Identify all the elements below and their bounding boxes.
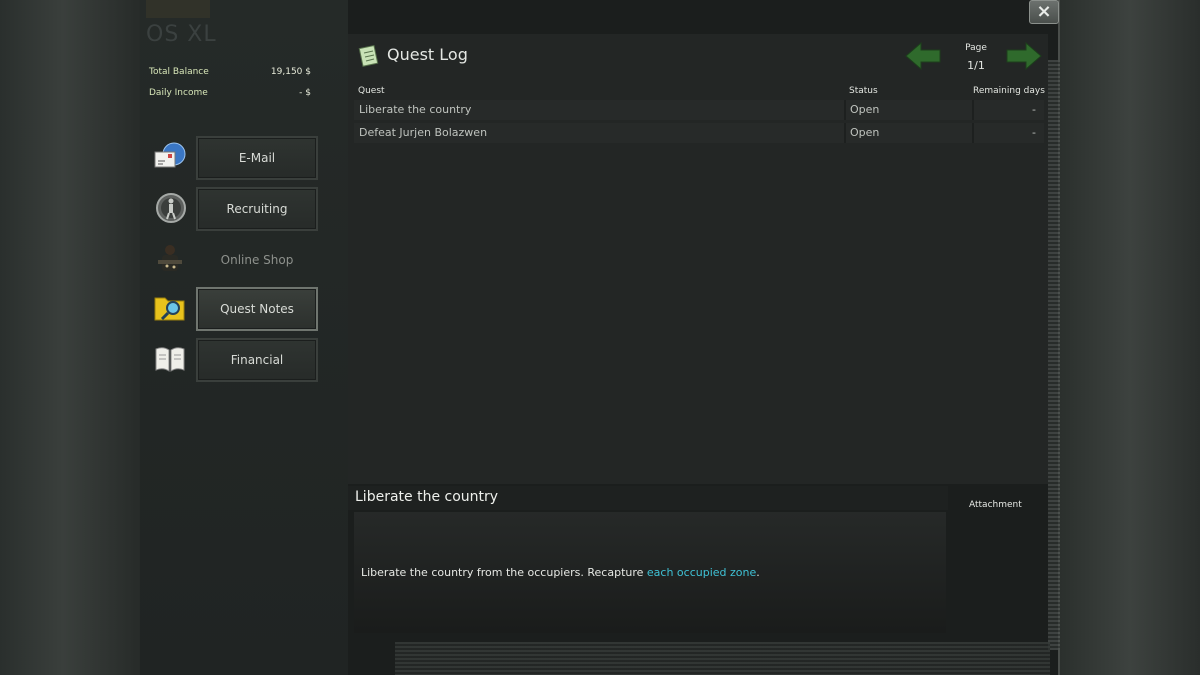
quest-status: Open: [850, 126, 880, 139]
row-divider: [844, 100, 846, 120]
quest-status: Open: [850, 103, 880, 116]
side-grille: [1048, 60, 1060, 650]
nav-quest-notes-button[interactable]: Quest Notes: [196, 287, 318, 331]
recruit-icon: [152, 190, 188, 226]
quest-name: Defeat Jurjen Bolazwen: [359, 126, 488, 139]
row-divider: [972, 100, 974, 120]
row-divider: [972, 123, 974, 143]
total-balance-value: 19,150 $: [270, 67, 311, 77]
nav-online-shop-button[interactable]: Online Shop: [196, 238, 318, 282]
quest-row[interactable]: Liberate the country Open -: [354, 100, 1044, 120]
nav-email-button[interactable]: E-Mail: [196, 136, 318, 180]
app-logo: OS XL: [146, 22, 217, 47]
detail-text-link[interactable]: each occupied zone: [647, 566, 756, 579]
soldier-icon: [152, 241, 188, 277]
detail-description: Liberate the country from the occupiers.…: [361, 566, 760, 579]
detail-text-end: .: [756, 566, 760, 579]
close-icon: ×: [1036, 1, 1052, 22]
folder-search-icon: [152, 290, 188, 326]
email-icon: [152, 140, 188, 176]
logo-decoration: [146, 0, 210, 18]
prev-page-button[interactable]: [905, 41, 941, 71]
bottom-grille: [395, 642, 1050, 675]
daily-income-label: Daily Income: [149, 88, 208, 98]
arrow-right-icon: [1006, 41, 1042, 71]
quest-row[interactable]: Defeat Jurjen Bolazwen Open -: [354, 123, 1044, 143]
daily-income-value: - $: [299, 88, 311, 98]
detail-text-main: Liberate the country from the occupiers.…: [361, 566, 647, 579]
page-label: Page: [965, 43, 987, 53]
close-button[interactable]: ×: [1029, 0, 1059, 24]
column-header-remaining: Remaining days: [973, 86, 1045, 96]
page-number: 1/1: [967, 59, 985, 72]
quest-name: Liberate the country: [359, 103, 472, 116]
total-balance-label: Total Balance: [149, 67, 209, 77]
backdrop-left: [0, 0, 140, 675]
quest-remaining: -: [1032, 103, 1036, 116]
column-header-quest: Quest: [358, 86, 385, 96]
backdrop-right: [1060, 0, 1200, 675]
notepad-icon: [358, 43, 380, 67]
row-divider: [844, 123, 846, 143]
attachment-label: Attachment: [969, 500, 1022, 510]
next-page-button[interactable]: [1006, 41, 1042, 71]
detail-title: Liberate the country: [355, 489, 499, 505]
arrow-left-icon: [905, 41, 941, 71]
column-header-status: Status: [849, 86, 878, 96]
nav-financial-button[interactable]: Financial: [196, 338, 318, 382]
nav-recruiting-button[interactable]: Recruiting: [196, 187, 318, 231]
book-icon: [152, 341, 188, 377]
quest-remaining: -: [1032, 126, 1036, 139]
quest-log-title: Quest Log: [387, 45, 468, 64]
